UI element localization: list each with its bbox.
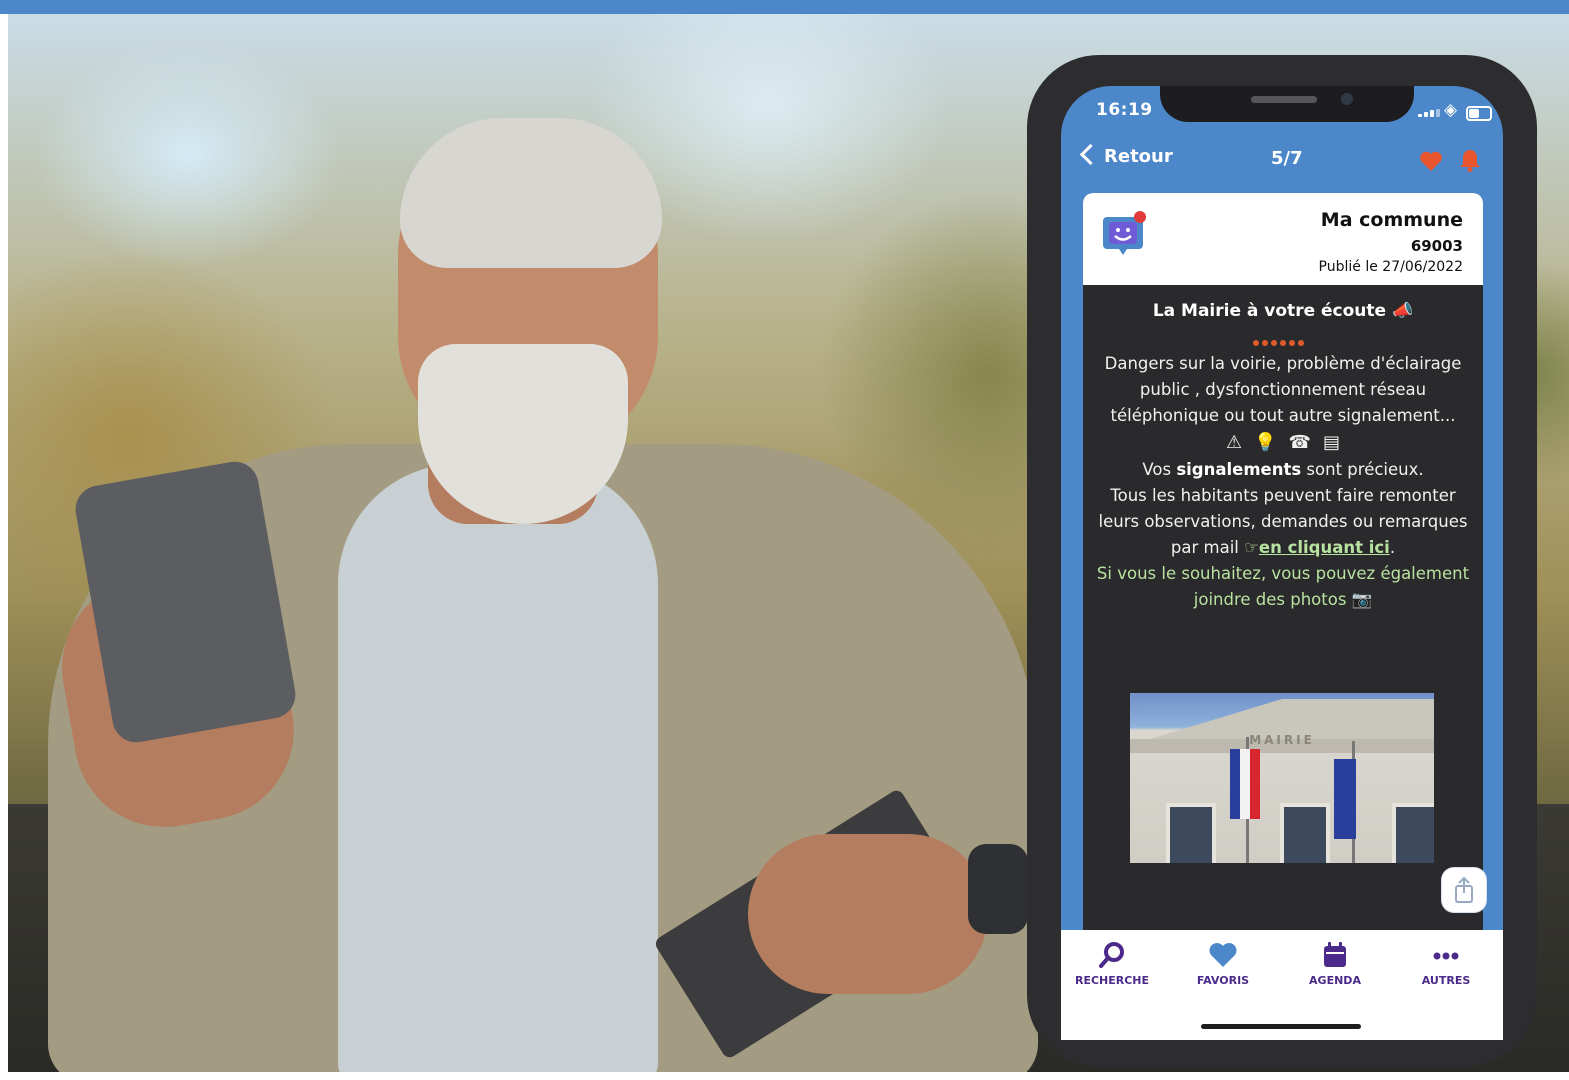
telephone-icon: ☎ bbox=[1288, 432, 1311, 453]
share-button[interactable] bbox=[1442, 868, 1486, 912]
roadwork-icon: ▤ bbox=[1322, 432, 1340, 453]
email-link[interactable]: en cliquant ici bbox=[1259, 538, 1390, 557]
wifi-icon: ◈ bbox=[1444, 100, 1458, 120]
post-title-text: La Mairie à votre écoute bbox=[1152, 301, 1387, 321]
page-counter: 5/7 bbox=[1271, 148, 1303, 169]
eu-flag bbox=[1334, 759, 1356, 839]
post-title: La Mairie à votre écoute 📣 bbox=[1083, 301, 1483, 321]
commune-name: Ma commune bbox=[1320, 209, 1463, 231]
back-label: Retour bbox=[1104, 146, 1173, 167]
window bbox=[1392, 803, 1434, 863]
home-indicator[interactable] bbox=[1201, 1024, 1361, 1029]
back-button[interactable]: Retour bbox=[1079, 143, 1173, 167]
commune-code: 69003 bbox=[1410, 237, 1463, 255]
body-p4-text: Si vous le souhaitez, vous pouvez égalem… bbox=[1096, 564, 1470, 609]
post-body: Dangers sur la voirie, problème d'éclair… bbox=[1089, 351, 1477, 613]
window bbox=[1280, 803, 1330, 863]
post-card: Ma commune 69003 Publié le 27/06/2022 La… bbox=[1083, 193, 1483, 933]
bottom-tab-bar: RECHERCHE FAVORIS AGENDA AUTRES bbox=[1061, 930, 1503, 1040]
front-camera bbox=[1341, 93, 1353, 105]
phone-notch bbox=[1160, 86, 1414, 122]
pointing-hand-icon: ☞ bbox=[1244, 538, 1259, 557]
body-paragraph-4: Si vous le souhaitez, vous pouvez égalem… bbox=[1089, 561, 1477, 613]
tab-search[interactable]: RECHERCHE bbox=[1057, 940, 1167, 987]
body-paragraph-3: Tous les habitants peuvent faire remonte… bbox=[1098, 486, 1468, 557]
tab-more[interactable]: AUTRES bbox=[1391, 940, 1501, 987]
chat-smiley-icon bbox=[1103, 211, 1146, 255]
town-hall-inscription: MAIRIE bbox=[1249, 733, 1315, 747]
camera-icon: 📷 bbox=[1351, 590, 1373, 609]
tab-favorites-label: FAVORIS bbox=[1196, 974, 1250, 987]
status-icons: ◈ bbox=[1410, 100, 1492, 122]
megaphone-icon: 📣 bbox=[1392, 301, 1414, 321]
watch bbox=[968, 844, 1028, 934]
french-flag bbox=[1230, 749, 1260, 819]
tab-agenda[interactable]: AGENDA bbox=[1280, 940, 1390, 987]
tab-search-label: RECHERCHE bbox=[1074, 974, 1150, 987]
body-p2-bold: signalements bbox=[1176, 460, 1302, 479]
shirt bbox=[338, 464, 658, 1072]
tab-more-label: AUTRES bbox=[1421, 974, 1471, 987]
man-with-phone bbox=[8, 14, 1058, 1072]
status-time: 16:19 bbox=[1096, 100, 1153, 120]
top-banner bbox=[0, 0, 1569, 14]
chevron-left-icon bbox=[1079, 143, 1102, 166]
emoji-row: ⚠ 💡 ☎ ▤ bbox=[1089, 429, 1477, 457]
tab-favorites[interactable]: FAVORIS bbox=[1168, 940, 1278, 987]
hair bbox=[400, 118, 662, 268]
heart-icon bbox=[1209, 943, 1237, 967]
decorative-dots bbox=[1253, 331, 1313, 346]
body-paragraph-1: Dangers sur la voirie, problème d'éclair… bbox=[1104, 354, 1462, 425]
search-icon bbox=[1099, 942, 1124, 968]
body-paragraph-2: Vos signalements sont précieux. bbox=[1089, 457, 1477, 483]
speaker-grille bbox=[1251, 96, 1317, 103]
top-nav: Retour 5/7 bbox=[1061, 142, 1503, 182]
tab-agenda-label: AGENDA bbox=[1309, 974, 1361, 987]
post-header: Ma commune 69003 Publié le 27/06/2022 bbox=[1083, 193, 1483, 285]
publish-date: Publié le 27/06/2022 bbox=[1318, 259, 1463, 275]
calendar-icon bbox=[1324, 942, 1346, 967]
body-p2-end: sont précieux. bbox=[1301, 460, 1424, 479]
heart-icon[interactable] bbox=[1419, 150, 1443, 172]
bell-icon[interactable] bbox=[1459, 148, 1481, 172]
battery-icon bbox=[1466, 106, 1492, 121]
window bbox=[1166, 803, 1216, 863]
body-p2-start: Vos bbox=[1142, 460, 1177, 479]
lightbulb-icon: 💡 bbox=[1254, 432, 1277, 453]
more-dots-icon bbox=[1433, 952, 1459, 960]
signal-icon bbox=[1418, 109, 1440, 117]
warning-icon: ⚠ bbox=[1226, 432, 1243, 453]
right-hand bbox=[748, 834, 988, 994]
town-hall-photo: MAIRIE bbox=[1130, 693, 1434, 863]
